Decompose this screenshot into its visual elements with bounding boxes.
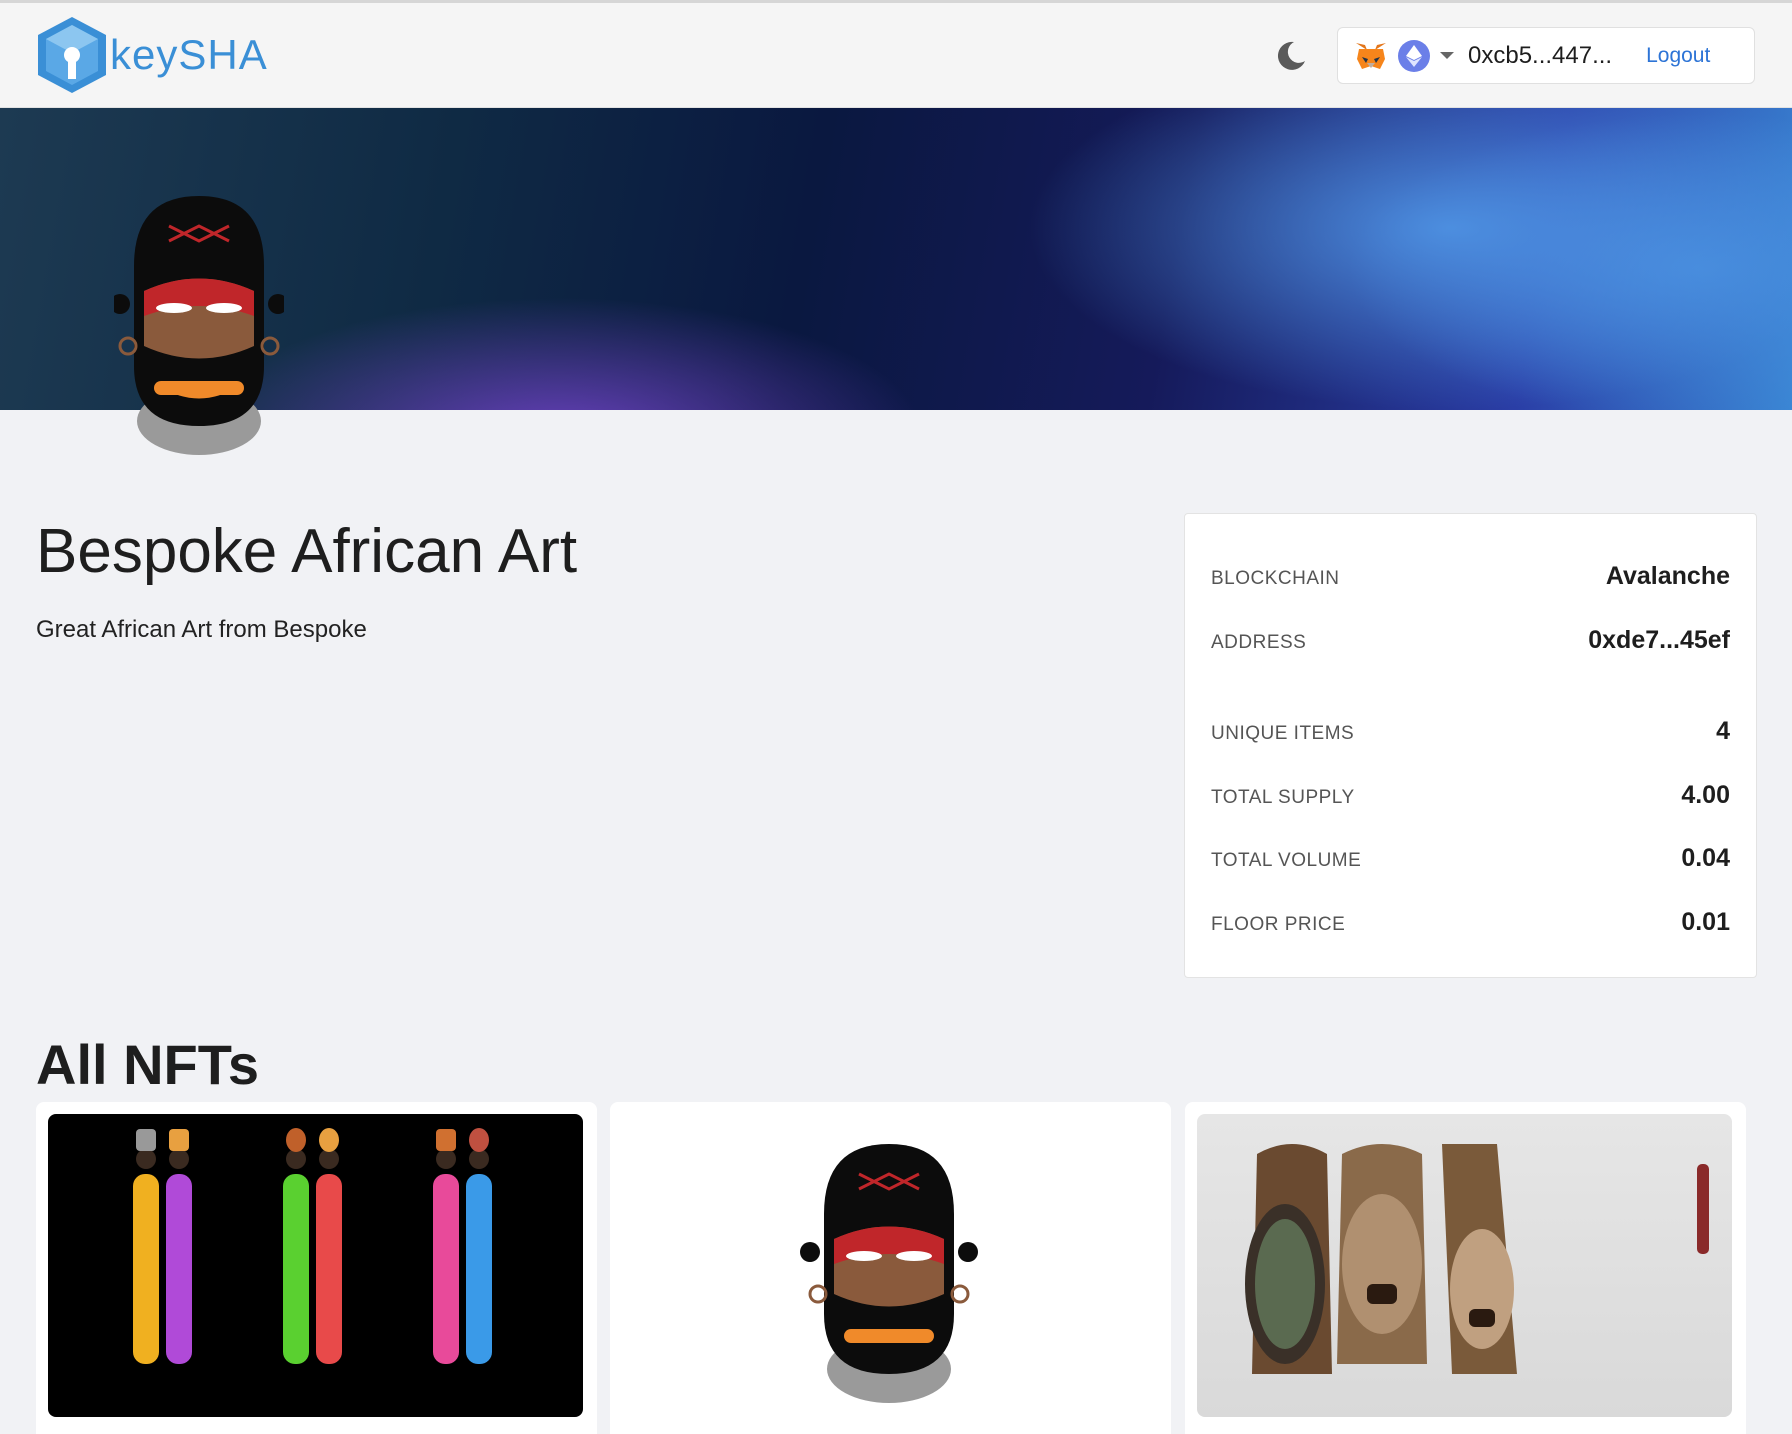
figure-pair-3 <box>433 1128 492 1364</box>
stat-value: 0.01 <box>1681 908 1730 936</box>
wallet-widget: 0xcb5...447... Logout <box>1337 27 1755 84</box>
stat-label: ADDRESS <box>1211 632 1307 653</box>
collection-title: Bespoke African Art <box>36 517 578 586</box>
stat-row-address: ADDRESS 0xde7...45ef <box>1211 626 1730 655</box>
stat-value: 4 <box>1716 717 1730 745</box>
chevron-down-icon[interactable] <box>1440 52 1454 59</box>
stat-label: UNIQUE ITEMS <box>1211 723 1355 744</box>
nft-card[interactable] <box>36 1102 597 1434</box>
nft-card[interactable] <box>1185 1102 1746 1434</box>
metamask-fox-icon <box>1356 42 1386 69</box>
nft-image-african-mask[interactable] <box>622 1114 1157 1417</box>
stat-row-blockchain: BLOCKCHAIN Avalanche <box>1211 562 1730 591</box>
stat-label: BLOCKCHAIN <box>1211 568 1340 589</box>
collection-avatar-mask-image <box>114 196 284 455</box>
stat-label: FLOOR PRICE <box>1211 914 1346 935</box>
nft-image-women-figures[interactable] <box>48 1114 583 1417</box>
cube-keyhole-logo-icon <box>38 17 106 93</box>
collection-stats-panel: BLOCKCHAIN Avalanche ADDRESS 0xde7...45e… <box>1184 513 1757 978</box>
stat-row-unique-items: UNIQUE ITEMS 4 <box>1211 717 1730 746</box>
stat-value: 0.04 <box>1681 844 1730 872</box>
stat-value: 4.00 <box>1681 781 1730 809</box>
ethereum-icon[interactable] <box>1398 39 1430 72</box>
brand-name: keySHA <box>110 31 268 78</box>
african-mask-illustration <box>800 1144 978 1403</box>
logout-button[interactable]: Logout <box>1646 44 1710 68</box>
stat-label: TOTAL SUPPLY <box>1211 787 1355 808</box>
figure-pair-1 <box>133 1129 192 1364</box>
nft-image-wooden-masks-photo[interactable] <box>1197 1114 1732 1417</box>
moon-icon[interactable] <box>1274 39 1308 73</box>
all-nfts-heading: All NFTs <box>36 1033 259 1096</box>
figure-pair-2 <box>283 1128 342 1364</box>
wallet-address: 0xcb5...447... <box>1468 41 1613 69</box>
brand-logo[interactable]: keySHA <box>36 15 268 95</box>
stat-value[interactable]: 0xde7...45ef <box>1588 626 1730 655</box>
top-navbar: keySHA 0xcb5...447... Logout <box>0 3 1792 108</box>
stat-row-total-volume: TOTAL VOLUME 0.04 <box>1211 844 1730 873</box>
stat-value: Avalanche <box>1605 562 1730 590</box>
stat-row-total-supply: TOTAL SUPPLY 4.00 <box>1211 781 1730 810</box>
collection-description: Great African Art from Bespoke <box>36 616 367 643</box>
stat-label: TOTAL VOLUME <box>1211 850 1362 871</box>
stat-row-floor-price: FLOOR PRICE 0.01 <box>1211 908 1730 937</box>
nft-card[interactable] <box>610 1102 1171 1434</box>
